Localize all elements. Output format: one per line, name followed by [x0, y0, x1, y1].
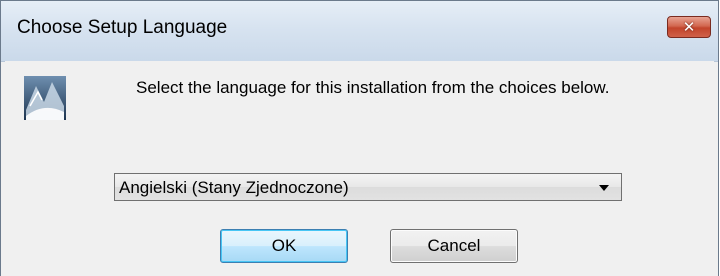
window-title: Choose Setup Language — [17, 17, 228, 38]
title-bar[interactable]: Choose Setup Language ✕ — [1, 1, 718, 62]
setup-installer-icon — [24, 76, 66, 120]
language-select-value: Angielski (Stany Zjednoczone) — [119, 178, 349, 197]
dialog-body: Select the language for this installatio… — [5, 61, 714, 276]
ok-button[interactable]: OK — [220, 229, 348, 263]
language-select[interactable]: Angielski (Stany Zjednoczone) — [114, 173, 622, 201]
cancel-button[interactable]: Cancel — [390, 229, 518, 263]
chevron-down-icon[interactable] — [599, 185, 609, 191]
close-icon: ✕ — [682, 18, 696, 36]
instruction-text: Select the language for this installatio… — [136, 78, 610, 97]
setup-language-dialog: Choose Setup Language ✕ Select the langu… — [0, 0, 719, 276]
close-button[interactable]: ✕ — [667, 16, 711, 38]
